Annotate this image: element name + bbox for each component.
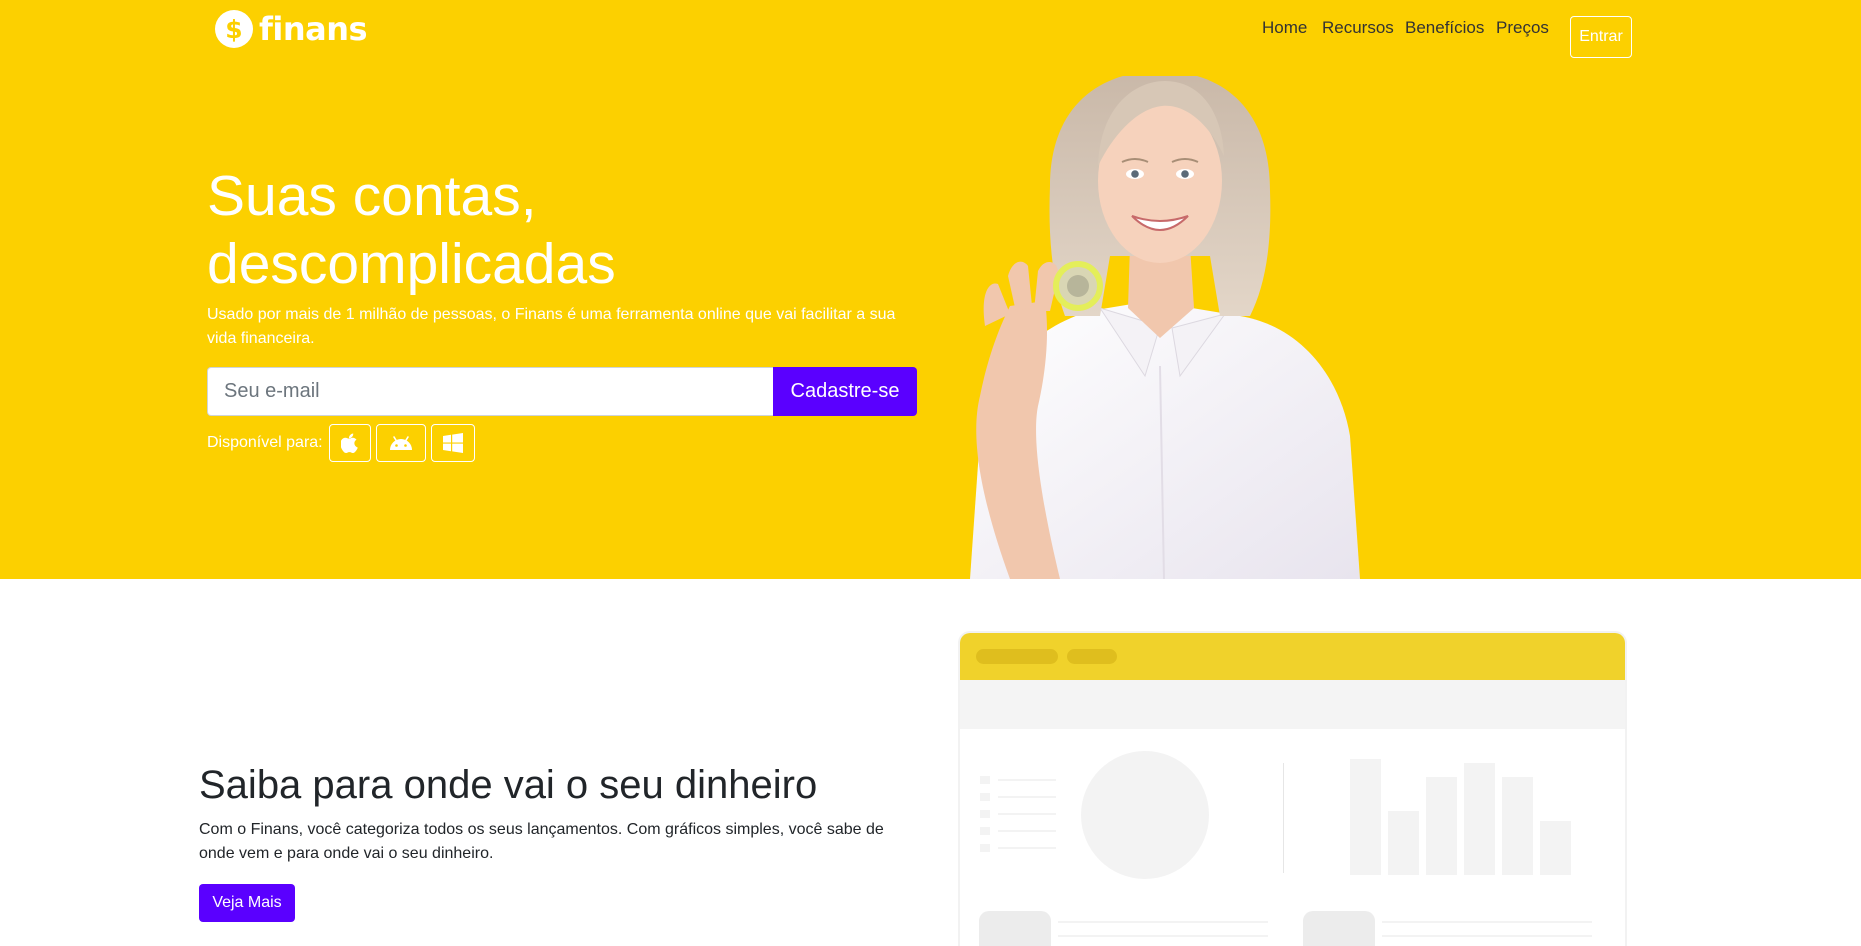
apple-icon <box>340 433 358 453</box>
woman-holding-coin-image <box>970 76 1360 579</box>
signup-form: Cadastre-se <box>207 367 917 416</box>
android-button[interactable] <box>375 424 426 462</box>
nav-precos[interactable]: Preços <box>1496 18 1549 38</box>
mockup-legend-line <box>998 847 1056 849</box>
email-input[interactable] <box>207 367 773 416</box>
nav-recursos[interactable]: Recursos <box>1322 18 1394 38</box>
mockup-legend-dot <box>980 793 990 801</box>
mockup-legend-dot <box>980 844 990 852</box>
windows-button[interactable] <box>430 424 475 462</box>
hero-title-line2: descomplicadas <box>207 232 616 296</box>
dashboard-mockup-image <box>958 631 1627 946</box>
nav-beneficios[interactable]: Benefícios <box>1405 18 1484 38</box>
hero-section: $ finans Home Recursos Benefícios Preços… <box>0 0 1861 579</box>
signup-button[interactable]: Cadastre-se <box>773 367 917 416</box>
mockup-legend-line <box>998 796 1056 798</box>
mockup-card-line <box>1382 935 1592 937</box>
mockup-card-line <box>1058 921 1268 923</box>
hero-title: Suas contas, descomplicadas <box>207 162 827 298</box>
mockup-bar <box>1540 821 1571 875</box>
mockup-header-pill <box>976 649 1058 664</box>
mockup-header-pill <box>1067 649 1117 664</box>
platforms-row: Disponível para: <box>207 424 475 462</box>
mockup-legend-line <box>998 830 1056 832</box>
dollar-icon: $ <box>215 10 253 48</box>
mockup-legend-dot <box>980 776 990 784</box>
mockup-bar <box>1388 811 1419 875</box>
android-icon <box>389 436 412 450</box>
nav-home[interactable]: Home <box>1262 18 1307 38</box>
feature-text: Com o Finans, você categoriza todos os s… <box>199 821 884 862</box>
brand-name: finans <box>259 10 368 48</box>
mockup-card-icon <box>1303 911 1375 946</box>
feature-title: Saiba para onde vai o seu dinheiro <box>199 763 818 807</box>
mockup-legend-dot <box>980 827 990 835</box>
login-button[interactable]: Entrar <box>1570 16 1632 58</box>
mockup-bar <box>1464 763 1495 875</box>
mockup-bar <box>1350 759 1381 875</box>
hero-title-line1: Suas contas, <box>207 164 537 228</box>
mockup-divider <box>1283 763 1284 873</box>
apple-button[interactable] <box>328 424 371 462</box>
mockup-bar <box>1426 777 1457 875</box>
mockup-legend-line <box>998 779 1056 781</box>
available-label: Disponível para: <box>207 434 323 451</box>
mockup-legend-line <box>998 813 1056 815</box>
mockup-card-line <box>1382 921 1592 923</box>
windows-icon <box>442 433 463 453</box>
mockup-header <box>960 633 1625 680</box>
mockup-legend-dot <box>980 810 990 818</box>
mockup-card-icon <box>979 911 1051 946</box>
see-more-button[interactable]: Veja Mais <box>199 884 295 922</box>
logo[interactable]: $ finans <box>215 10 368 48</box>
mockup-card-line <box>1058 935 1268 937</box>
mockup-bar <box>1502 777 1533 875</box>
mockup-pie-chart <box>1081 751 1209 879</box>
mockup-toolbar <box>960 680 1625 729</box>
hero-subtitle: Usado por mais de 1 milhão de pessoas, o… <box>207 306 896 347</box>
